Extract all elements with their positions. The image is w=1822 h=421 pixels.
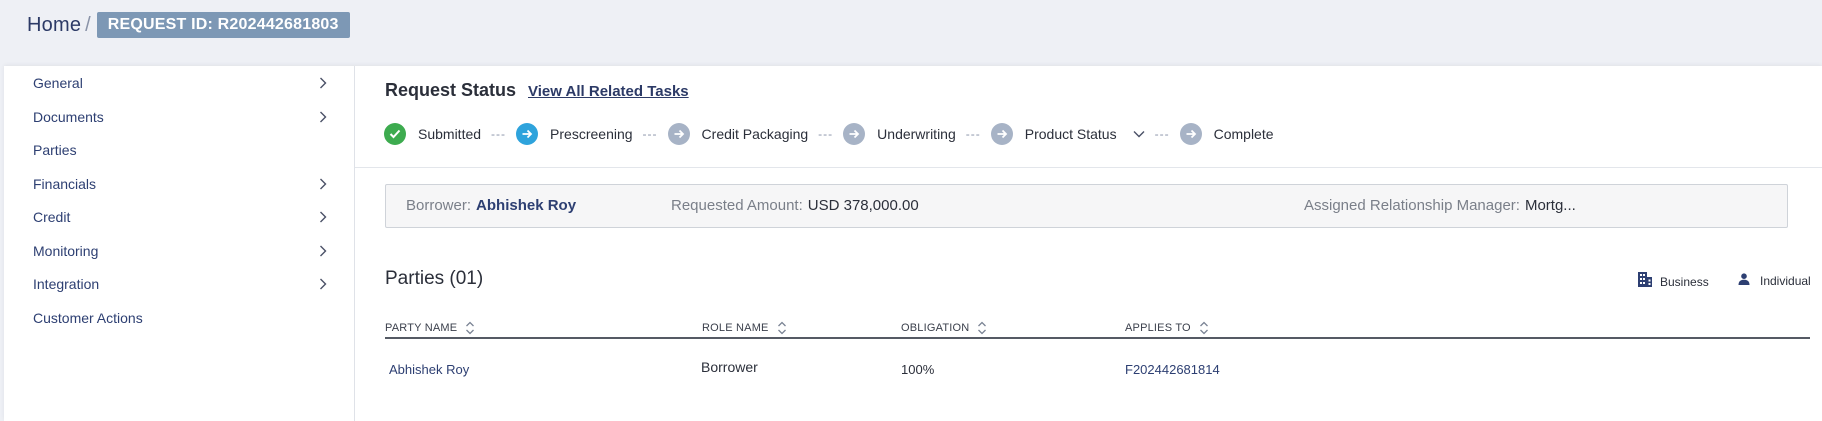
arrow-right-icon (843, 123, 866, 145)
request-panel: General Documents Parties Financials Cre… (4, 66, 1822, 421)
column-header-applies-to[interactable]: APPLIES TO (1125, 321, 1209, 335)
sort-icon (777, 321, 787, 335)
party-name-link[interactable]: Abhishek Roy (389, 362, 469, 377)
sidebar-item-label: General (33, 75, 83, 91)
building-icon (1638, 272, 1652, 292)
chevron-down-icon[interactable] (1133, 130, 1145, 138)
step-label: Submitted (418, 126, 482, 142)
sidebar-item-label: Financials (33, 176, 97, 192)
arrow-right-icon (516, 123, 539, 145)
parties-title: Parties (01) (385, 268, 484, 289)
step-separator: --- (491, 127, 507, 141)
borrower-field: Borrower: Abhishek Roy (406, 197, 576, 214)
breadcrumb: Home / REQUEST ID: R202442681803 (27, 12, 350, 38)
sort-icon (1199, 321, 1209, 335)
relationship-manager-value: Mortg... (1524, 197, 1576, 214)
step-label: Complete (1213, 126, 1274, 142)
sidebar-item-label: Customer Actions (33, 310, 143, 326)
step-label: Prescreening (550, 126, 633, 142)
chevron-right-icon (319, 278, 329, 290)
arrow-right-icon (1179, 123, 1202, 145)
sort-icon (977, 321, 987, 335)
sort-icon (465, 321, 475, 335)
view-all-related-tasks-link[interactable]: View All Related Tasks (528, 83, 689, 100)
step-product-status[interactable]: Product Status (990, 123, 1145, 145)
arrow-right-icon (990, 123, 1013, 145)
step-separator: --- (818, 127, 834, 141)
sidebar-item-credit[interactable]: Credit (4, 203, 354, 231)
request-id-badge: REQUEST ID: R202442681803 (96, 12, 350, 38)
chevron-right-icon (319, 77, 329, 89)
step-prescreening: Prescreening (516, 123, 633, 145)
column-header-obligation[interactable]: OBLIGATION (901, 321, 987, 335)
request-status-title: Request Status (385, 80, 517, 100)
breadcrumb-home-link[interactable]: Home (27, 14, 81, 37)
legend-individual: Individual (1738, 272, 1811, 290)
borrower-value: Abhishek Roy (476, 197, 577, 214)
legend-label: Business (1660, 275, 1709, 289)
step-separator: --- (1154, 127, 1170, 141)
obligation-cell: 100% (901, 362, 935, 377)
step-underwriting: Underwriting (843, 123, 956, 145)
sidebar-item-label: Parties (33, 142, 77, 158)
relationship-manager-field: Assigned Relationship Manager: Mortg... (1304, 197, 1576, 214)
sidebar-item-label: Credit (33, 209, 71, 225)
relationship-manager-label: Assigned Relationship Manager: (1304, 197, 1520, 214)
step-submitted: Submitted (384, 123, 481, 145)
legend-label: Individual (1760, 274, 1811, 288)
person-icon (1738, 272, 1750, 290)
request-summary-card: Borrower: Abhishek Roy Requested Amount:… (385, 184, 1788, 228)
chevron-right-icon (319, 211, 329, 223)
chevron-right-icon (319, 111, 329, 123)
status-stepper: Submitted --- Prescreening --- Credit Pa… (384, 122, 1274, 146)
sidebar-item-financials[interactable]: Financials (4, 170, 354, 198)
column-header-label: ROLE NAME (702, 322, 769, 334)
requested-amount-field: Requested Amount: USD 378,000.00 (671, 197, 919, 214)
step-credit-packaging: Credit Packaging (667, 123, 809, 145)
chevron-right-icon (319, 245, 329, 257)
step-label: Credit Packaging (701, 126, 809, 142)
borrower-label: Borrower: (406, 197, 472, 214)
column-header-party-name[interactable]: PARTY NAME (385, 321, 475, 335)
sidebar-item-integration[interactable]: Integration (4, 270, 354, 298)
sidebar-item-monitoring[interactable]: Monitoring (4, 237, 354, 265)
sidebar-item-label: Documents (33, 109, 104, 125)
role-name-cell: Borrower (701, 359, 758, 375)
sidebar-item-customer-actions[interactable]: Customer Actions (4, 304, 354, 332)
sidebar-item-parties[interactable]: Parties (4, 136, 354, 164)
breadcrumb-separator: / (85, 13, 91, 36)
chevron-right-icon (319, 178, 329, 190)
step-separator: --- (642, 127, 658, 141)
step-label: Underwriting (877, 126, 956, 142)
legend-business: Business (1638, 272, 1709, 292)
column-header-label: OBLIGATION (901, 322, 970, 334)
sidebar-item-documents[interactable]: Documents (4, 103, 354, 131)
divider (355, 167, 1822, 168)
check-icon (384, 123, 406, 145)
sidebar-item-general[interactable]: General (4, 69, 354, 97)
step-separator: --- (965, 127, 981, 141)
column-header-label: APPLIES TO (1125, 322, 1191, 334)
step-complete: Complete (1179, 123, 1274, 145)
sidebar: General Documents Parties Financials Cre… (4, 66, 355, 421)
table-header-divider (385, 337, 1810, 339)
arrow-right-icon (667, 123, 690, 145)
applies-to-link[interactable]: F202442681814 (1125, 362, 1220, 377)
requested-amount-value: USD 378,000.00 (807, 197, 919, 214)
sidebar-item-label: Integration (33, 276, 100, 292)
sidebar-item-label: Monitoring (33, 243, 99, 259)
column-header-role-name[interactable]: ROLE NAME (702, 321, 787, 335)
step-label: Product Status (1024, 126, 1117, 142)
column-header-label: PARTY NAME (385, 322, 458, 334)
main-content: Request Status View All Related Tasks Su… (355, 66, 1822, 421)
requested-amount-label: Requested Amount: (671, 197, 803, 214)
